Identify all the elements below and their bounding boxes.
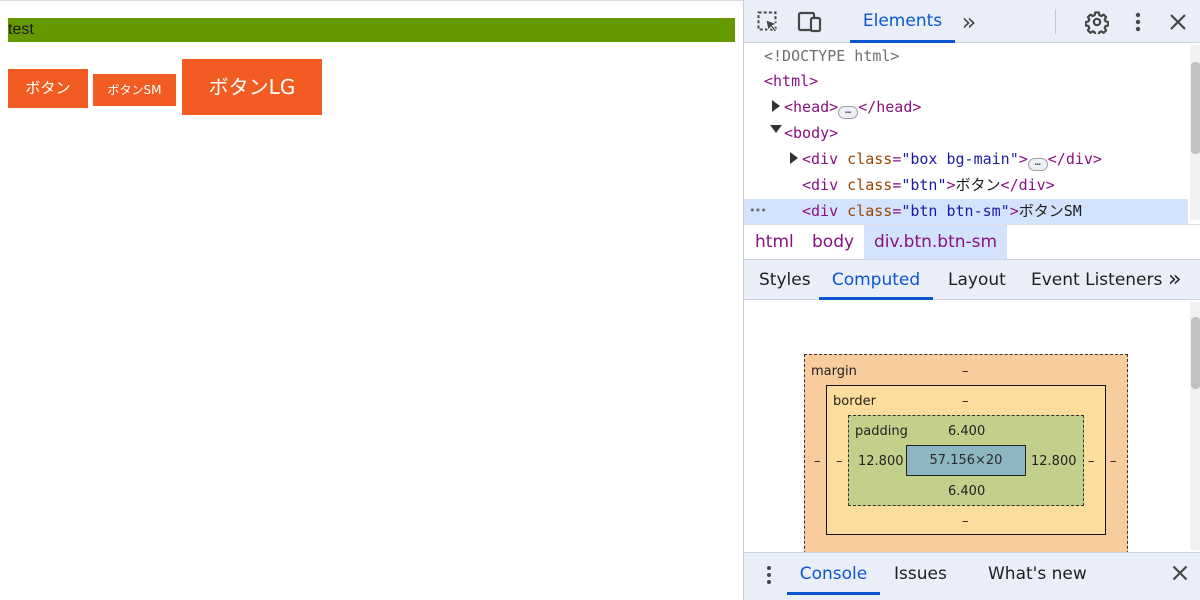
dom-tree: <!DOCTYPE html> <html> <head>… </head> <b… — [744, 43, 1200, 224]
box-bg-main: test — [8, 18, 735, 42]
margin-top-value[interactable]: – — [962, 364, 969, 380]
padding-right-value[interactable]: 12.800 — [1031, 454, 1077, 470]
page-viewport: test ボタン ボタンSM ボタンLG — [0, 0, 743, 600]
drawer-tabs: Console Issues What's new — [744, 552, 1200, 600]
margin-right-value[interactable]: – — [1110, 454, 1117, 470]
tab-event-listeners[interactable]: Event Listeners — [1031, 260, 1162, 300]
border-right-value[interactable]: – — [1088, 454, 1095, 470]
row-menu-icon[interactable]: ••• — [749, 198, 767, 224]
dom-head-node[interactable]: <head>… </head> — [784, 94, 921, 120]
border-top-value[interactable]: – — [962, 394, 969, 410]
devtools-toolbar: Elements » — [744, 0, 1200, 43]
button-sm[interactable]: ボタンSM — [93, 74, 176, 106]
breadcrumb-div-btn-sm[interactable]: div.btn.btn-sm — [864, 225, 1008, 259]
close-icon[interactable] — [1172, 565, 1188, 586]
breadcrumb: html body div.btn.btn-sm — [744, 224, 1200, 259]
settings-gear-icon[interactable] — [1083, 8, 1111, 36]
more-tabs-chevron-icon[interactable]: » — [1168, 260, 1181, 300]
toolbar-divider — [1055, 9, 1056, 34]
tab-console[interactable]: Console — [787, 553, 880, 595]
close-devtools-icon[interactable] — [1164, 8, 1192, 36]
border-label: border — [833, 394, 876, 409]
margin-left-value[interactable]: – — [814, 454, 821, 470]
collapse-triangle-icon[interactable] — [770, 125, 782, 133]
dom-body-tag[interactable]: <body> — [784, 120, 838, 146]
border-left-value[interactable]: – — [836, 454, 843, 470]
devtools-panel: Elements » <!DOCTYPE html> <html> <head>… — [743, 0, 1200, 600]
sidebar-tabs: Styles Computed Layout Event Listeners » — [744, 259, 1200, 300]
dom-scrollbar-thumb[interactable] — [1191, 62, 1200, 154]
computed-scrollbar-thumb[interactable] — [1191, 317, 1200, 389]
kebab-icon[interactable] — [766, 565, 772, 590]
margin-label: margin — [811, 364, 857, 379]
breadcrumb-html[interactable]: html — [755, 225, 794, 259]
border-bottom-value[interactable]: – — [962, 514, 969, 530]
padding-label: padding — [855, 424, 908, 439]
dom-doctype: <!DOCTYPE html> — [764, 47, 900, 65]
tab-whats-new[interactable]: What's new — [988, 553, 1087, 595]
padding-left-value[interactable]: 12.800 — [858, 454, 904, 470]
tab-issues[interactable]: Issues — [894, 553, 947, 595]
dom-div-btn-sm-node[interactable]: <div class="btn btn-sm">ボタンSM — [802, 198, 1082, 224]
tab-layout[interactable]: Layout — [948, 260, 1006, 300]
collapsed-ellipsis-icon[interactable]: … — [1027, 158, 1048, 171]
button-lg[interactable]: ボタンLG — [182, 59, 322, 115]
box-model-content[interactable]: 57.156×20 — [906, 445, 1026, 476]
device-toolbar-icon[interactable] — [796, 8, 824, 36]
breadcrumb-body[interactable]: body — [812, 225, 854, 259]
expand-triangle-icon[interactable] — [772, 100, 780, 112]
more-options-kebab-icon[interactable] — [1124, 8, 1152, 36]
tab-styles[interactable]: Styles — [759, 260, 811, 300]
tab-elements[interactable]: Elements — [850, 0, 955, 43]
more-tabs-chevron-icon[interactable]: » — [955, 8, 983, 36]
dom-div-btn-node[interactable]: <div class="btn">ボタン</div> — [802, 172, 1055, 198]
dom-html-tag[interactable]: <html> — [764, 68, 818, 94]
expand-triangle-icon[interactable] — [790, 152, 798, 164]
padding-bottom-value[interactable]: 6.400 — [948, 484, 985, 500]
padding-top-value[interactable]: 6.400 — [948, 424, 985, 440]
tab-computed[interactable]: Computed — [819, 260, 933, 300]
button-default[interactable]: ボタン — [8, 69, 88, 108]
collapsed-ellipsis-icon[interactable]: … — [838, 106, 859, 119]
dom-div-box-node[interactable]: <div class="box bg-main">… </div> — [802, 146, 1102, 172]
computed-pane: 57.156×20 margin – – – border – – – – pa… — [744, 300, 1200, 552]
inspect-element-icon[interactable] — [754, 8, 782, 36]
